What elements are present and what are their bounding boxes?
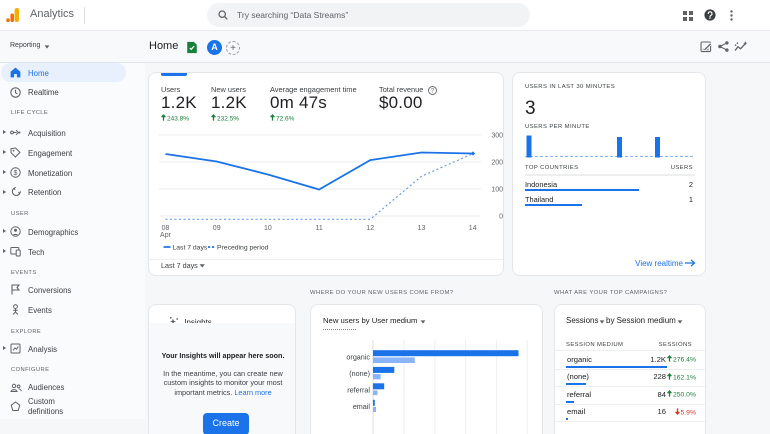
- svg-text:0: 0: [499, 214, 503, 221]
- svg-text:200: 200: [491, 160, 503, 167]
- svg-text:100: 100: [491, 187, 503, 194]
- svg-text:Preceding period: Preceding period: [217, 245, 269, 252]
- svg-text:300: 300: [491, 133, 503, 140]
- svg-text:Last 7 days: Last 7 days: [161, 261, 198, 270]
- svg-text:(none): (none): [349, 369, 370, 378]
- svg-text:08: 08: [162, 225, 170, 232]
- svg-text:Last 7 days: Last 7 days: [173, 245, 208, 252]
- svg-text:$: $: [14, 170, 18, 177]
- svg-text:Apr: Apr: [160, 232, 172, 239]
- svg-text:12: 12: [366, 225, 374, 232]
- svg-text:organic: organic: [346, 353, 370, 362]
- svg-text:11: 11: [315, 225, 322, 232]
- svg-text:14: 14: [469, 225, 477, 232]
- svg-text:09: 09: [213, 225, 221, 232]
- svg-text:13: 13: [418, 225, 426, 232]
- svg-text:email: email: [353, 402, 371, 411]
- svg-text:referral: referral: [347, 385, 370, 394]
- svg-text:10: 10: [264, 225, 272, 232]
